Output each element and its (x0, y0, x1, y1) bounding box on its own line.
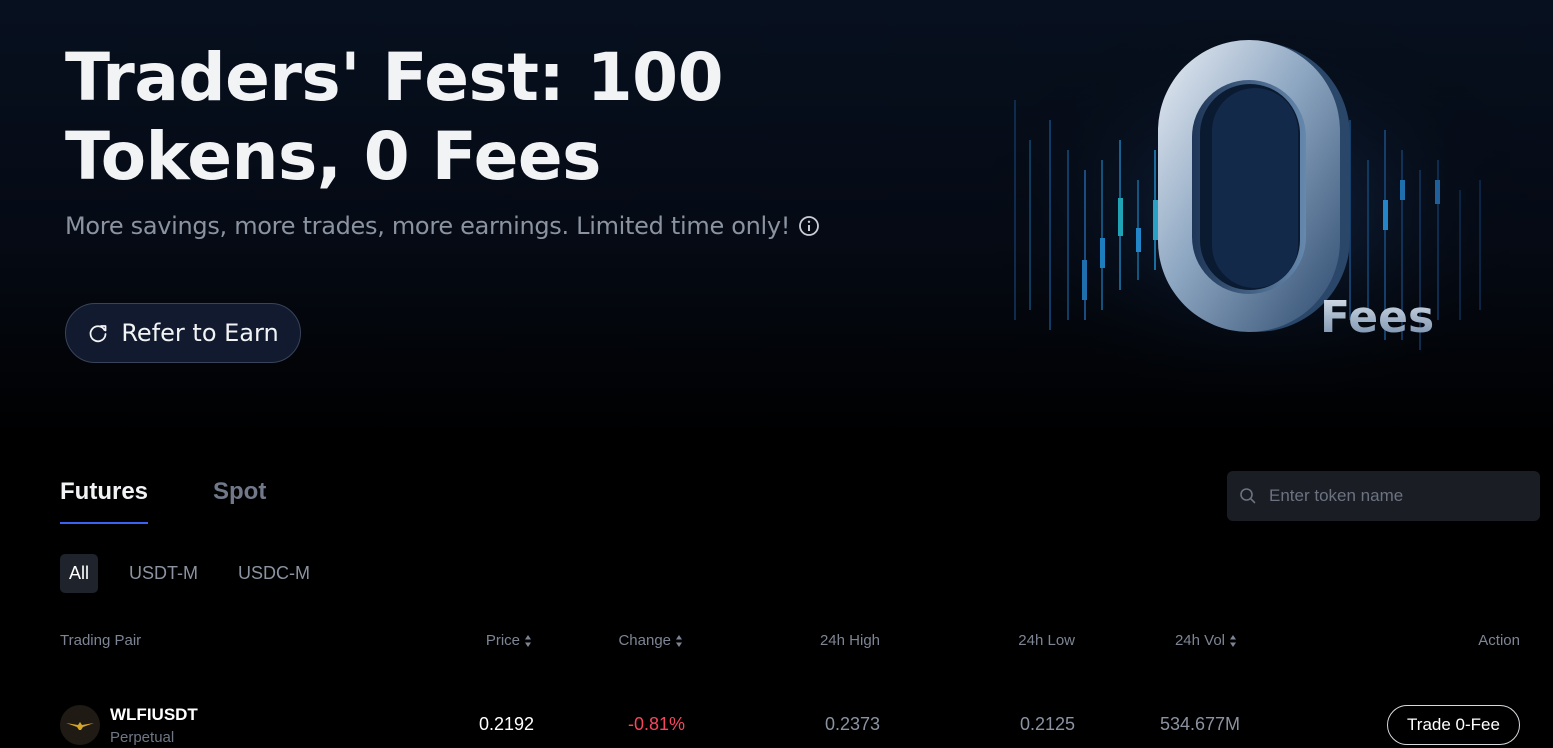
refer-to-earn-label: Refer to Earn (121, 319, 279, 347)
header-24h-high: 24h High (820, 632, 880, 649)
market-tabs: Futures Spot (60, 478, 266, 524)
header-24h-vol-label: 24h Vol (1174, 632, 1225, 649)
tab-spot[interactable]: Spot (213, 478, 266, 524)
hero-title: Traders' Fest: 100 Tokens, 0 Fees (65, 39, 724, 195)
info-icon[interactable] (798, 215, 820, 237)
header-24h-low: 24h Low (1018, 632, 1075, 649)
header-24h-low-label: 24h Low (1018, 632, 1075, 649)
tab-futures[interactable]: Futures (60, 478, 149, 524)
change-cell: -0.81% (627, 714, 685, 734)
header-trading-pair-label: Trading Pair (60, 632, 142, 649)
token-search (1227, 471, 1540, 521)
filter-all[interactable]: All (60, 554, 99, 593)
sort-icon (676, 634, 682, 647)
hero-subtitle: More savings, more trades, more earnings… (65, 212, 820, 240)
header-24h-high-label: 24h High (819, 632, 880, 649)
zero-digit (1158, 40, 1350, 332)
wlfi-logo-icon (60, 705, 100, 745)
header-price-label: Price (485, 632, 520, 649)
low-cell: 0.2125 (1019, 714, 1075, 734)
sort-icon (1230, 634, 1236, 647)
sort-icon (525, 634, 531, 647)
high-cell: 0.2373 (824, 714, 880, 734)
quote-filters: All USDT-M USDC-M (60, 554, 341, 593)
header-action-label: Action (1478, 632, 1520, 649)
header-change-label: Change (618, 632, 671, 649)
header-price[interactable]: Price (486, 632, 532, 649)
header-action: Action (1478, 632, 1520, 649)
header-trading-pair: Trading Pair (60, 632, 141, 649)
table-header: Trading Pair Price Change 24h High 24h L… (0, 632, 1553, 652)
hero-banner: Traders' Fest: 100 Tokens, 0 Fees More s… (0, 0, 1553, 440)
filter-usdc-m[interactable]: USDC-M (229, 554, 319, 593)
zero-fees-illustration: Fees (990, 20, 1510, 400)
pair-contract-type: Perpetual (110, 729, 175, 746)
table-row[interactable]: WLFIUSDT Perpetual 0.2192 -0.81% 0.2373 … (0, 700, 1553, 748)
header-change[interactable]: Change (618, 632, 683, 649)
header-24h-vol[interactable]: 24h Vol (1175, 632, 1237, 649)
art-fees-text: Fees (1320, 292, 1434, 343)
price-cell: 0.2192 (478, 714, 534, 734)
filter-usdt-m[interactable]: USDT-M (120, 554, 207, 593)
refresh-icon (89, 325, 107, 343)
hero-subtitle-text: More savings, more trades, more earnings… (65, 212, 791, 240)
volume-cell: 534.677M (1159, 714, 1240, 734)
refer-to-earn-button[interactable]: Refer to Earn (65, 303, 301, 363)
trade-0-fee-button[interactable]: Trade 0-Fee (1387, 705, 1520, 745)
pair-symbol: WLFIUSDT (110, 705, 198, 724)
search-input[interactable] (1269, 486, 1519, 506)
search-icon (1240, 488, 1256, 504)
